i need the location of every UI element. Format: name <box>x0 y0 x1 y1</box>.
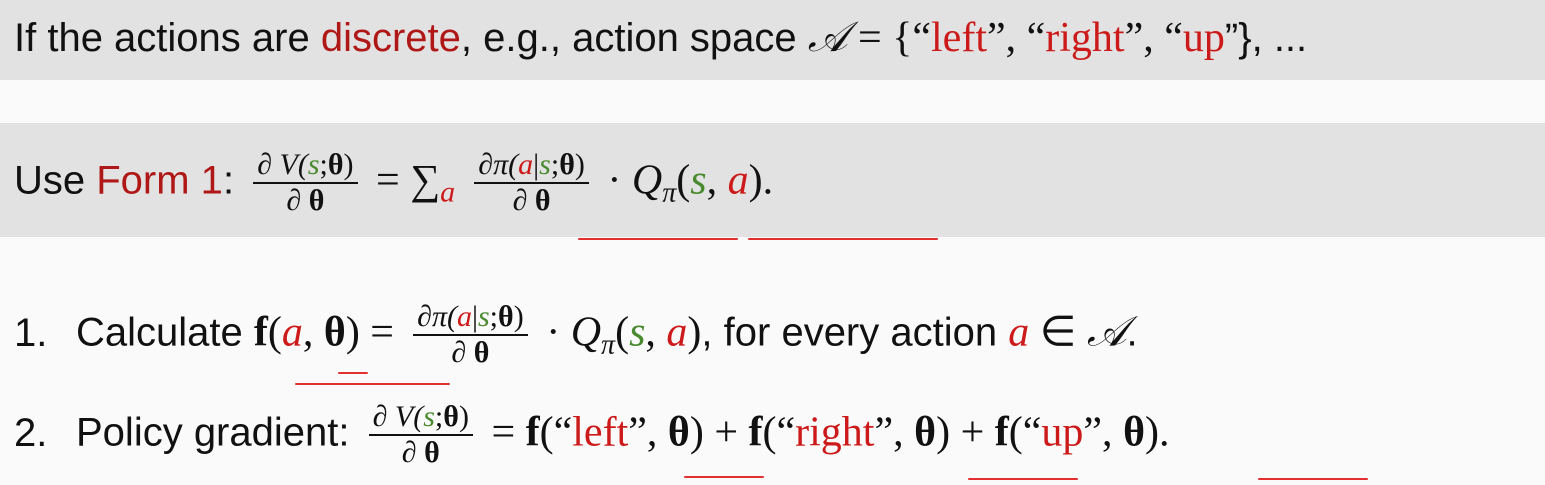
value-gradient-fraction: ∂ V(s;θ) ∂ θ <box>368 400 473 470</box>
value-gradient-fraction: ∂ V(s;θ) ∂ θ <box>253 148 358 218</box>
action-up: up <box>1182 15 1225 61</box>
action-space-symbol: 𝒜 <box>807 15 848 61</box>
action-left: left <box>572 409 629 456</box>
policy-gradient-fraction: ∂π(a|s;θ) ∂ θ <box>413 300 528 370</box>
action-up: up <box>1041 409 1084 456</box>
math-segment: ”, “ <box>986 15 1046 61</box>
math-segment: ( <box>267 309 282 356</box>
math-segment: + <box>703 409 749 456</box>
discrete-actions-line: If the actions are discrete, e.g., actio… <box>14 14 1307 62</box>
action-right: right <box>1045 15 1125 61</box>
f-symbol: f <box>253 309 268 356</box>
math-segment: · <box>596 157 632 204</box>
math-segment: · <box>535 309 571 356</box>
step-policy-gradient: 2. Policy gradient: ∂ V(s;θ) ∂ θ = f(“lef… <box>14 400 1170 470</box>
action-symbol: a <box>281 309 303 356</box>
math-segment: (“ <box>539 409 573 456</box>
math-segment: ∈ <box>1029 309 1087 356</box>
theta-symbol: θ <box>914 409 937 456</box>
annotation-underline <box>748 238 938 240</box>
math-segment: ”, <box>874 409 915 456</box>
math-segment: = <box>480 409 526 456</box>
math-segment: ). <box>1145 409 1170 456</box>
annotation-underline <box>338 372 368 374</box>
math-segment: ”, <box>1083 409 1124 456</box>
math-segment: , <box>645 309 667 356</box>
math-segment: (“ <box>1008 409 1042 456</box>
step-number: 2. <box>14 410 48 455</box>
action-left: left <box>931 15 987 61</box>
math-segment: ) <box>687 309 702 356</box>
text-segment: . <box>1126 310 1138 355</box>
action-symbol: a <box>1008 309 1030 356</box>
annotation-underline <box>295 383 450 385</box>
q-subscript: π <box>601 329 616 361</box>
state-symbol: s <box>629 309 646 356</box>
f-symbol: f <box>994 409 1009 456</box>
text-segment: , for every action <box>701 310 1009 355</box>
math-segment: ) <box>689 409 704 456</box>
theta-symbol: θ <box>323 309 346 356</box>
annotation-underline <box>968 478 1078 480</box>
text-segment: Use <box>14 158 97 203</box>
f-symbol: f <box>748 409 763 456</box>
step-label: Policy gradient: <box>76 410 361 455</box>
annotation-underline <box>684 476 764 478</box>
theta-symbol: θ <box>667 409 690 456</box>
math-segment: = {“ <box>847 15 932 61</box>
text-segment: , e.g., action space <box>460 16 808 60</box>
sum-index: a <box>440 175 456 209</box>
math-segment: ) = <box>345 309 394 356</box>
action-right: right <box>795 409 875 456</box>
text-segment: If the actions are <box>14 16 321 60</box>
math-segment: , <box>706 157 728 204</box>
math-segment: ). <box>748 157 774 204</box>
action-symbol: a <box>727 157 749 204</box>
f-symbol: f <box>525 409 540 456</box>
annotation-underline <box>578 238 738 240</box>
text-segment: ”}, ... <box>1224 16 1308 60</box>
q-function: Q <box>631 157 663 204</box>
q-function: Q <box>570 309 602 356</box>
action-space-symbol: 𝒜 <box>1086 309 1127 356</box>
text-segment: : <box>222 158 235 203</box>
step-number: 1. <box>14 310 48 355</box>
step-calculate: 1. Calculate f(a, θ) = ∂π(a|s;θ) ∂ θ · Qπ… <box>14 300 1138 370</box>
form1-line: Use Form 1: ∂ V(s;θ) ∂ θ = ∑a ∂π(a|s;θ) … <box>14 148 773 218</box>
theta-symbol: θ <box>1123 409 1145 456</box>
policy-gradient-fraction: ∂π(a|s;θ) ∂ θ <box>474 148 589 218</box>
math-segment: ( <box>676 157 691 204</box>
form1-highlight: Form 1 <box>96 158 223 203</box>
sum-symbol: = ∑ <box>365 157 441 204</box>
math-segment: (“ <box>762 409 796 456</box>
q-subscript: π <box>662 177 677 209</box>
discrete-highlight: discrete <box>320 16 461 60</box>
math-segment: , <box>302 309 324 356</box>
action-symbol: a <box>666 309 688 356</box>
math-segment: ”, <box>628 409 668 456</box>
math-segment: ) <box>936 409 951 456</box>
step-label: Calculate <box>76 310 254 355</box>
math-segment: ”, “ <box>1124 15 1183 61</box>
annotation-underline <box>1258 478 1368 480</box>
state-symbol: s <box>690 157 707 204</box>
math-segment: ( <box>615 309 630 356</box>
math-segment: + <box>950 409 995 456</box>
